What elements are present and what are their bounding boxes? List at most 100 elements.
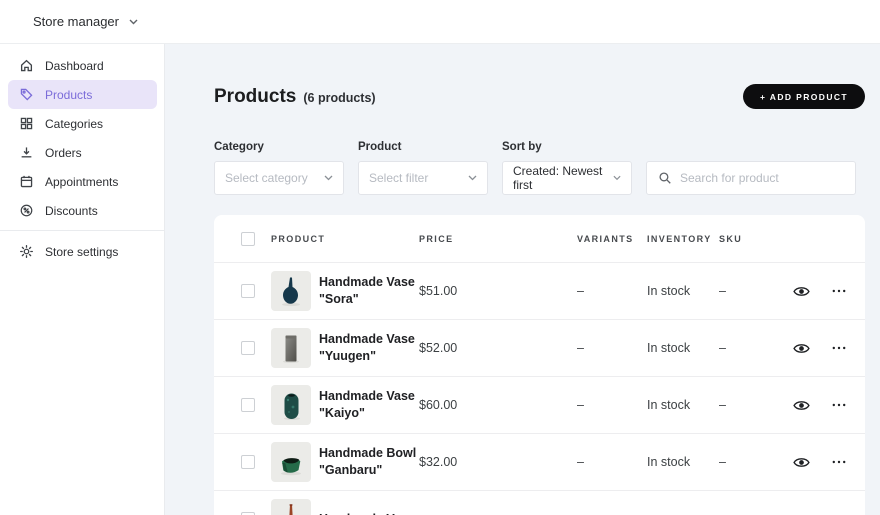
chevron-down-icon — [613, 175, 621, 181]
sidebar-item-label: Discounts — [45, 203, 98, 218]
search-icon — [659, 172, 671, 184]
product-thumbnail — [271, 385, 311, 425]
view-product-button[interactable] — [790, 451, 813, 474]
sidebar-item-label: Orders — [45, 145, 82, 160]
eye-icon — [793, 400, 810, 410]
product-sku: – — [719, 284, 726, 298]
select-all-checkbox[interactable] — [241, 231, 255, 246]
product-sku: – — [719, 398, 726, 412]
sidebar-item-discounts[interactable]: Discounts — [8, 196, 157, 225]
chevron-down-icon — [324, 175, 333, 181]
sidebar-item-appointments[interactable]: Appointments — [8, 167, 157, 196]
sidebar: Dashboard Products Categories Orders App… — [0, 44, 165, 515]
sort-select-value: Created: Newest first — [513, 164, 603, 192]
product-filter-value: Select filter — [369, 171, 429, 185]
row-checkbox[interactable] — [241, 341, 255, 355]
tag-icon — [20, 88, 33, 101]
table-row: Handmade Bowl "Ganbaru" $32.00 – In stock… — [214, 433, 865, 490]
gear-icon — [20, 245, 33, 258]
add-product-button[interactable]: + ADD PRODUCT — [742, 84, 865, 109]
view-product-button[interactable] — [790, 337, 813, 360]
product-price: $60.00 — [419, 398, 458, 412]
sidebar-item-dashboard[interactable]: Dashboard — [8, 51, 157, 80]
main-content: Products (6 products) + ADD PRODUCT Cate… — [165, 44, 880, 515]
more-actions-button[interactable] — [829, 509, 849, 515]
eye-icon — [798, 514, 805, 515]
store-switcher-label: Store manager — [33, 14, 119, 29]
view-product-button[interactable] — [790, 394, 813, 417]
product-variants: – — [577, 341, 584, 355]
row-checkbox[interactable] — [241, 398, 255, 412]
product-inventory: In stock — [647, 284, 691, 298]
filters-bar: Category Select category Product Select … — [214, 141, 865, 195]
view-product-button[interactable] — [790, 508, 813, 515]
product-title[interactable]: Handmade Vase — [319, 511, 415, 515]
product-thumbnail — [271, 328, 311, 368]
eye-icon — [793, 343, 810, 353]
sidebar-item-orders[interactable]: Orders — [8, 138, 157, 167]
sidebar-item-label: Products — [45, 87, 93, 102]
row-checkbox[interactable] — [241, 284, 255, 298]
product-thumbnail — [271, 442, 311, 482]
download-icon — [21, 147, 32, 158]
row-checkbox[interactable] — [241, 455, 255, 469]
table-row: Handmade Vase — [214, 490, 865, 515]
product-variants: – — [577, 398, 584, 412]
product-title[interactable]: Handmade Vase "Kaiyo" — [319, 388, 415, 422]
column-header-product: PRODUCT — [271, 233, 326, 244]
sort-select[interactable]: Created: Newest first — [502, 161, 632, 195]
eye-icon — [793, 457, 810, 467]
products-table: PRODUCT PRICE VARIANTS INVENTORY SKU Han… — [214, 215, 865, 515]
product-variants: – — [577, 455, 584, 469]
product-variants: – — [577, 284, 584, 298]
product-title[interactable]: Handmade Vase "Yuugen" — [319, 331, 415, 365]
column-header-price: PRICE — [419, 233, 454, 244]
table-row: Handmade Vase "Sora" $51.00 – In stock – — [214, 262, 865, 319]
sort-by-label: Sort by — [502, 141, 542, 153]
product-sku: – — [719, 341, 726, 355]
category-select-value: Select category — [225, 171, 308, 185]
sidebar-item-label: Dashboard — [45, 58, 104, 73]
ellipsis-icon — [832, 289, 846, 293]
product-thumbnail — [271, 271, 311, 311]
product-inventory: In stock — [647, 455, 691, 469]
more-actions-button[interactable] — [829, 338, 849, 358]
ellipsis-icon — [831, 511, 847, 515]
category-select[interactable]: Select category — [214, 161, 344, 195]
sidebar-item-label: Categories — [45, 116, 104, 131]
product-price: $51.00 — [419, 284, 458, 298]
page-title: Products — [214, 85, 297, 107]
sidebar-item-label: Store settings — [45, 244, 119, 259]
table-row: Handmade Vase "Kaiyo" $60.00 – In stock – — [214, 376, 865, 433]
eye-icon — [793, 286, 810, 296]
sidebar-item-products[interactable]: Products — [8, 80, 157, 109]
product-price: $32.00 — [419, 455, 458, 469]
column-header-inventory: INVENTORY — [647, 233, 712, 244]
column-header-sku: SKU — [719, 233, 743, 244]
more-actions-button[interactable] — [829, 395, 849, 415]
product-search[interactable] — [646, 161, 856, 195]
column-header-variants: VARIANTS — [577, 233, 634, 244]
ellipsis-icon — [832, 403, 846, 407]
sidebar-item-store-settings[interactable]: Store settings — [8, 237, 157, 266]
product-count: (6 products) — [303, 90, 376, 105]
product-title[interactable]: Handmade Bowl "Ganbaru" — [319, 445, 416, 479]
topbar: Store manager — [0, 0, 880, 44]
more-actions-button[interactable] — [829, 281, 849, 301]
product-thumbnail — [271, 499, 311, 515]
category-filter-label: Category — [214, 141, 264, 153]
product-title[interactable]: Handmade Vase "Sora" — [319, 274, 415, 308]
more-actions-button[interactable] — [829, 452, 849, 472]
ellipsis-icon — [832, 460, 846, 464]
table-header-row: PRODUCT PRICE VARIANTS INVENTORY SKU — [214, 215, 865, 262]
table-row: Handmade Vase "Yuugen" $52.00 – In stock … — [214, 319, 865, 376]
view-product-button[interactable] — [790, 280, 813, 303]
product-filter-select[interactable]: Select filter — [358, 161, 488, 195]
product-sku: – — [719, 455, 726, 469]
sidebar-item-categories[interactable]: Categories — [8, 109, 157, 138]
percent-icon — [20, 204, 33, 217]
search-input[interactable] — [680, 171, 844, 185]
store-switcher[interactable]: Store manager — [33, 14, 138, 29]
calendar-icon — [20, 175, 33, 188]
product-inventory: In stock — [647, 341, 691, 355]
